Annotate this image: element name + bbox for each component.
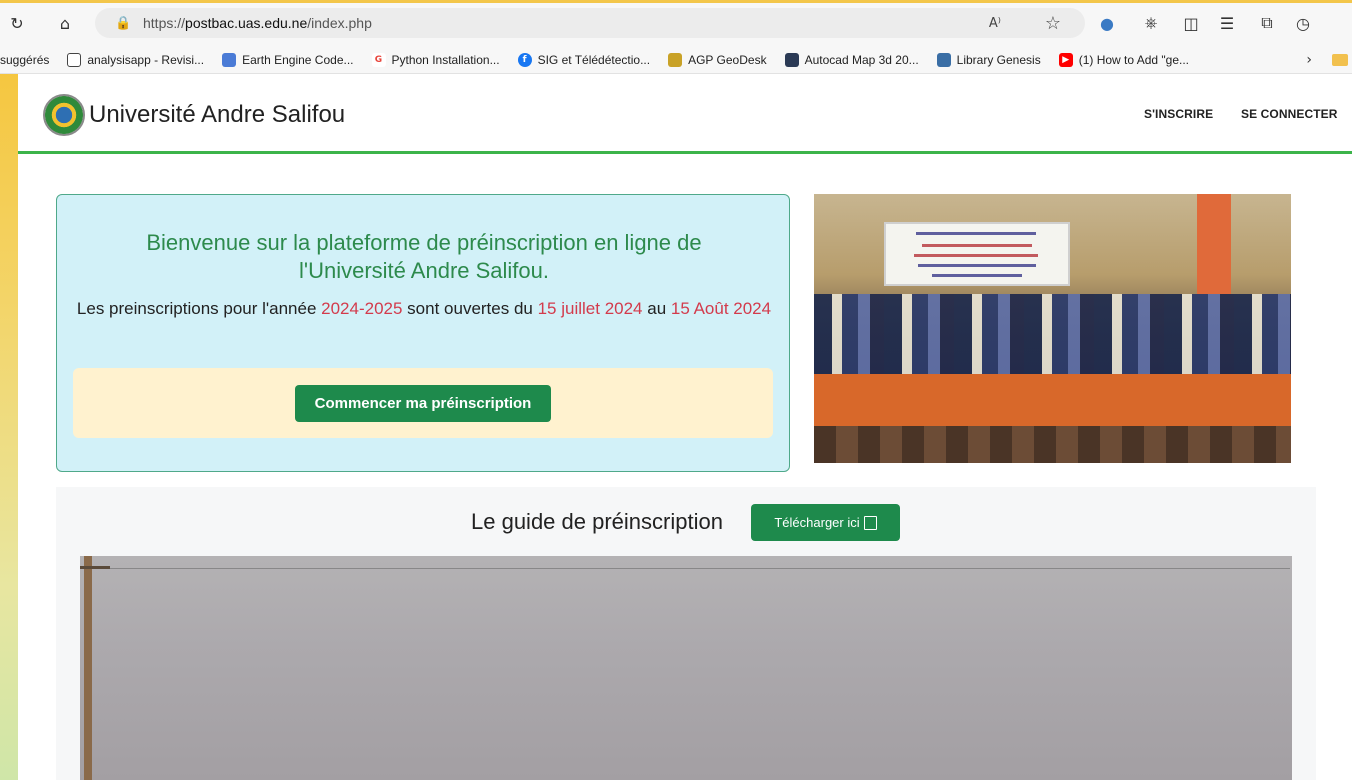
bookmark-item[interactable]: AGP GeoDesk <box>668 52 767 67</box>
guide-label: Le guide de préinscription <box>471 509 723 534</box>
bookmark-item[interactable]: suggérés <box>0 53 49 67</box>
favorite-star-icon[interactable]: ☆ <box>1045 13 1061 34</box>
bookmarks-bar: suggérés analysisapp - Revisi... Earth E… <box>0 46 1352 74</box>
extensions-puzzle-icon[interactable]: ⎈ <box>1140 12 1162 34</box>
bookmark-item[interactable]: Autocad Map 3d 20... <box>784 52 919 67</box>
bookmark-label: (1) How to Add "ge... <box>1078 52 1190 67</box>
extension-globe-icon[interactable]: ● <box>1096 12 1118 34</box>
start-date: 15 juillet 2024 <box>537 299 643 318</box>
url-prefix: https:// <box>143 15 186 31</box>
bookmark-item[interactable]: ▶ (1) How to Add "ge... <box>1058 52 1190 67</box>
pdf-file-icon <box>863 515 877 530</box>
facebook-icon: f <box>517 52 532 67</box>
google-icon: G <box>371 52 386 67</box>
folder-icon[interactable] <box>1332 54 1348 66</box>
power-line <box>110 568 1290 569</box>
bookmark-item[interactable]: Library Genesis <box>936 52 1041 67</box>
ceremony-table <box>814 374 1291 426</box>
bookmark-label: SIG et Télédétectio... <box>537 52 651 67</box>
table-drape <box>814 426 1291 463</box>
bookmark-item[interactable]: f SIG et Télédétectio... <box>517 52 651 67</box>
utility-pole-crossbar <box>80 566 110 569</box>
url-path: /index.php <box>307 15 372 31</box>
lock-icon: 🔒 <box>115 16 132 31</box>
download-guide-label: Télécharger ici <box>774 515 860 530</box>
ceremony-photo <box>814 194 1291 463</box>
site-brand[interactable]: Université Andre Salifou <box>89 101 345 129</box>
bookmark-label: Autocad Map 3d 20... <box>804 52 919 67</box>
welcome-title: Bienvenue sur la plateforme de préinscri… <box>146 230 702 283</box>
address-bar[interactable]: 🔒 https://postbac.uas.edu.ne/index.php A… <box>95 8 1085 38</box>
url-domain: postbac.uas.edu.ne <box>185 15 308 31</box>
guide-photo <box>80 556 1292 780</box>
end-date: 15 Août 2024 <box>670 299 772 318</box>
youtube-icon: ▶ <box>1058 52 1073 67</box>
bookmark-item[interactable]: Earth Engine Code... <box>222 52 354 67</box>
welcome-text-part: Les preinscriptions pour l'année <box>76 299 322 318</box>
banner-text-line <box>914 254 1038 257</box>
reload-icon[interactable]: ↻ <box>6 12 28 34</box>
page-icon <box>67 52 82 67</box>
home-icon[interactable]: ⌂ <box>54 12 76 34</box>
start-preregistration-button[interactable]: Commencer ma préinscription <box>295 385 551 422</box>
bookmark-label: AGP GeoDesk <box>688 52 767 67</box>
bookmark-label: analysisapp - Revisi... <box>87 52 205 67</box>
welcome-text: Les preinscriptions pour l'année 2024-20… <box>57 295 791 323</box>
banner-text-line <box>918 264 1036 267</box>
crowd <box>814 294 1291 378</box>
bookmark-label: Earth Engine Code... <box>242 52 354 67</box>
nav-login-link[interactable]: SE CONNECTER <box>1241 107 1338 121</box>
ceremony-banner <box>884 222 1070 286</box>
banner-text-line <box>922 244 1032 247</box>
history-icon[interactable]: ◷ <box>1292 12 1314 34</box>
favorites-icon[interactable]: ☰ <box>1216 12 1238 34</box>
welcome-card: Bienvenue sur la plateforme de préinscri… <box>56 194 790 472</box>
window-edge-strip <box>0 0 18 780</box>
utility-pole <box>84 556 92 780</box>
welcome-text-part: au <box>642 299 671 318</box>
autocad-icon <box>784 52 799 67</box>
window-top-border <box>0 0 1352 3</box>
guide-section: Le guide de préinscription Télécharger i… <box>56 487 1316 780</box>
bookmark-label: Library Genesis <box>956 52 1041 67</box>
browser-toolbar: ↻ ⌂ 🔒 https://postbac.uas.edu.ne/index.p… <box>0 0 1352 46</box>
download-guide-button[interactable]: Télécharger ici <box>751 504 900 541</box>
earth-engine-icon <box>222 52 237 67</box>
read-aloud-icon[interactable]: A⁾ <box>989 16 1001 31</box>
banner-text-line <box>916 232 1036 235</box>
nav-register-link[interactable]: S'INSCRIRE <box>1144 107 1213 121</box>
cta-panel: Commencer ma préinscription <box>73 368 773 438</box>
banner-text-line <box>932 274 1022 277</box>
url-text[interactable]: https://postbac.uas.edu.ne/index.php <box>143 15 372 31</box>
site-navbar: Université Andre Salifou S'INSCRIRE SE C… <box>18 74 1352 154</box>
collections-icon[interactable]: ⧉ <box>1256 12 1278 34</box>
welcome-text-part: sont ouvertes du <box>402 299 538 318</box>
chevron-right-icon[interactable]: › <box>1306 52 1312 68</box>
bookmark-label: Python Installation... <box>391 52 500 67</box>
bookmark-item[interactable]: G Python Installation... <box>371 52 500 67</box>
library-icon <box>936 52 951 67</box>
split-screen-icon[interactable]: ◫ <box>1180 12 1202 34</box>
curtain <box>1197 194 1231 294</box>
academic-year: 2024-2025 <box>321 299 403 318</box>
bookmark-label: suggérés <box>0 52 50 67</box>
geodesk-icon <box>668 52 683 67</box>
bookmark-item[interactable]: analysisapp - Revisi... <box>67 52 205 67</box>
university-logo[interactable] <box>43 94 85 136</box>
